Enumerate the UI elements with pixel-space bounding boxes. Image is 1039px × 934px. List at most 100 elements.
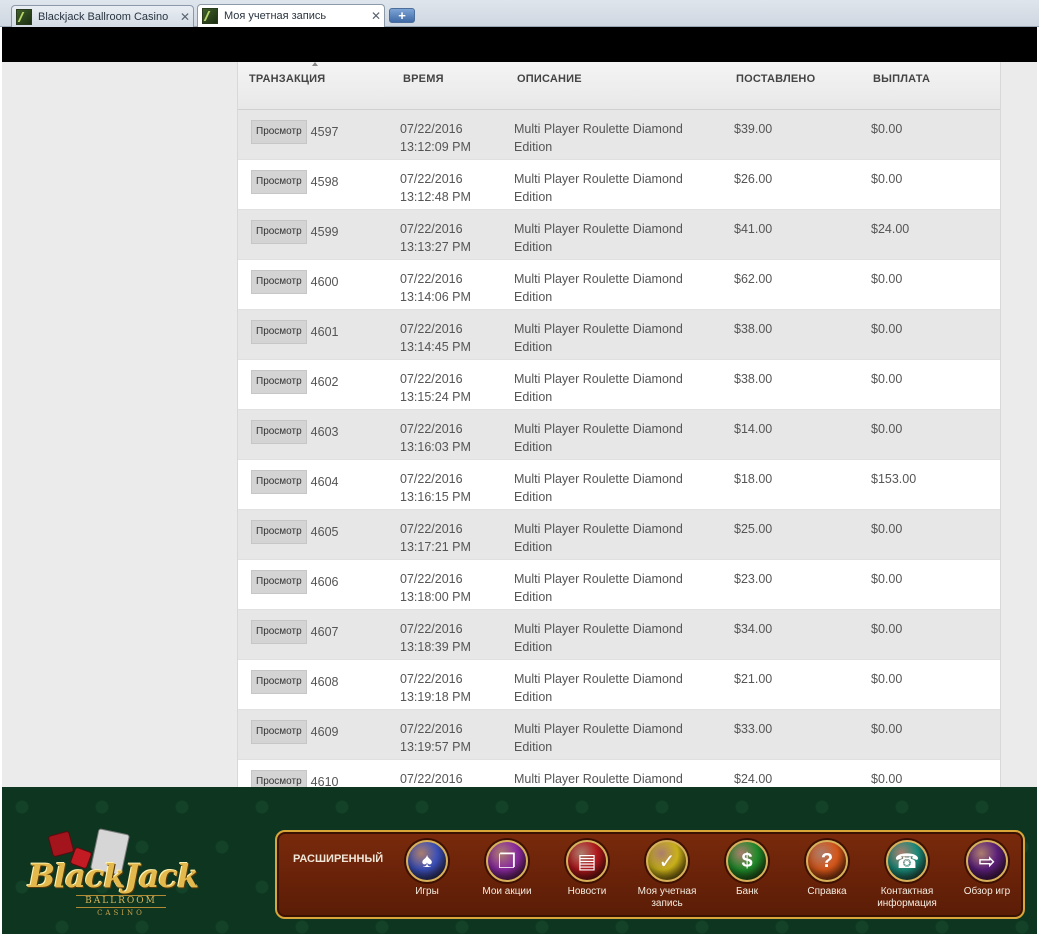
tab-my-account[interactable]: Моя учетная запись ✕ — [197, 4, 385, 27]
nav-item-help[interactable]: ? Справка — [790, 840, 864, 898]
description-line1: Multi Player Roulette Diamond — [514, 372, 683, 386]
table-header: ТРАНЗАКЦИЯ ВРЕМЯ ОПИСАНИЕ ПОСТАВЛЕНО ВЫП… — [238, 62, 1000, 110]
tab-blackjack-casino[interactable]: Blackjack Ballroom Casino ✕ — [11, 5, 194, 27]
description-cell: Multi Player Roulette Diamond Edition — [514, 520, 714, 556]
table-row: Просмотр 4598 07/22/2016 13:12:48 PM Multi P… — [238, 160, 1000, 210]
phone-icon: ☎ — [886, 840, 928, 882]
time-text: 13:16:15 PM — [400, 490, 471, 504]
view-button[interactable]: Просмотр — [251, 620, 307, 644]
transaction-cell: Просмотр 4607 — [251, 620, 338, 644]
bet-cell: $38.00 — [734, 372, 773, 386]
table-row: Просмотр 4608 07/22/2016 13:19:18 PM Multi P… — [238, 660, 1000, 710]
nav-item-phone[interactable]: ☎ Контактная информация — [870, 840, 944, 910]
close-icon[interactable]: ✕ — [177, 10, 193, 24]
date-text: 07/22/2016 — [400, 322, 463, 336]
logo-sub-text: BALLROOM — [76, 895, 166, 908]
view-button[interactable]: Просмотр — [251, 720, 307, 744]
view-button[interactable]: Просмотр — [251, 520, 307, 544]
description-cell: Multi Player Roulette Diamond Edition — [514, 620, 714, 656]
casino-favicon-icon — [16, 8, 32, 25]
date-text: 07/22/2016 — [400, 722, 463, 736]
description-cell: Multi Player Roulette Diamond Edition — [514, 120, 714, 156]
thumbs-up-icon: ✓ — [646, 840, 688, 882]
time-text: 13:14:06 PM — [400, 290, 471, 304]
payout-cell: $24.00 — [871, 222, 910, 236]
nav-label: Моя учетная запись — [637, 886, 697, 909]
news-icon: ▤ — [566, 840, 608, 882]
payout-cell: $0.00 — [871, 272, 903, 286]
date-text: 07/22/2016 — [400, 422, 463, 436]
description-cell: Multi Player Roulette Diamond Edition — [514, 570, 714, 606]
time-text: 13:18:39 PM — [400, 640, 471, 654]
nav-item-gift[interactable]: ❐ Мои акции — [470, 840, 544, 898]
transaction-id: 4609 — [310, 725, 339, 739]
transaction-id: 4600 — [310, 275, 339, 289]
view-button[interactable]: Просмотр — [251, 420, 307, 444]
nav-item-thumbs-up[interactable]: ✓ Моя учетная запись — [630, 840, 704, 910]
bet-cell: $14.00 — [734, 422, 773, 436]
logo-main-text: BlackJack — [28, 857, 199, 895]
description-cell: Multi Player Roulette Diamond Edition — [514, 420, 714, 456]
header-payout[interactable]: ВЫПЛАТА — [873, 73, 930, 85]
blackjack-ballroom-logo[interactable]: BlackJack BALLROOM CASINO — [24, 827, 199, 917]
description-line1: Multi Player Roulette Diamond — [514, 322, 683, 336]
bet-cell: $26.00 — [734, 172, 773, 186]
description-line1: Multi Player Roulette Diamond — [514, 472, 683, 486]
table-row: Просмотр 4603 07/22/2016 13:16:03 PM Multi P… — [238, 410, 1000, 460]
dice-icon — [47, 830, 75, 858]
nav-item-games[interactable]: ♠ Игры — [390, 840, 464, 898]
nav-item-dollar[interactable]: $ Банк — [710, 840, 784, 898]
time-cell: 07/22/2016 13:12:48 PM — [400, 170, 510, 206]
view-button[interactable]: Просмотр — [251, 320, 307, 344]
description-line2: Edition — [514, 240, 553, 254]
date-text: 07/22/2016 — [400, 472, 463, 486]
payout-cell: $0.00 — [871, 372, 903, 386]
payout-cell: $0.00 — [871, 622, 903, 636]
date-text: 07/22/2016 — [400, 272, 463, 286]
table-row: Просмотр 4609 07/22/2016 13:19:57 PM Multi P… — [238, 710, 1000, 760]
view-button[interactable]: Просмотр — [251, 220, 307, 244]
close-icon[interactable]: ✕ — [368, 9, 384, 23]
dollar-icon: $ — [726, 840, 768, 882]
description-cell: Multi Player Roulette Diamond Edition — [514, 370, 714, 406]
view-button[interactable]: Просмотр — [251, 770, 307, 787]
tab-label: Blackjack Ballroom Casino — [38, 10, 169, 23]
time-cell: 07/22/2016 13:15:24 PM — [400, 370, 510, 406]
view-button[interactable]: Просмотр — [251, 470, 307, 494]
header-bet[interactable]: ПОСТАВЛЕНО — [736, 73, 815, 85]
description-line1: Multi Player Roulette Diamond — [514, 572, 683, 586]
header-time[interactable]: ВРЕМЯ — [403, 73, 444, 85]
transaction-cell: Просмотр 4602 — [251, 370, 338, 394]
view-button[interactable]: Просмотр — [251, 670, 307, 694]
new-tab-button[interactable]: + — [389, 8, 415, 23]
transaction-id: 4610 — [310, 775, 339, 787]
table-row: Просмотр 4597 07/22/2016 13:12:09 PM Multi P… — [238, 110, 1000, 160]
time-text: 13:16:03 PM — [400, 440, 471, 454]
view-button[interactable]: Просмотр — [251, 370, 307, 394]
nav-label: Справка — [807, 886, 847, 897]
bet-cell: $24.00 — [734, 772, 773, 786]
header-transaction[interactable]: ТРАНЗАКЦИЯ — [249, 73, 325, 85]
nav-item-game-overview[interactable]: ⇨ Обзор игр — [950, 840, 1024, 898]
time-cell: 07/22/2016 13:17:21 PM — [400, 520, 510, 556]
description-line2: Edition — [514, 390, 553, 404]
bet-cell: $34.00 — [734, 622, 773, 636]
transactions-panel: ТРАНЗАКЦИЯ ВРЕМЯ ОПИСАНИЕ ПОСТАВЛЕНО ВЫП… — [237, 62, 1001, 787]
view-button[interactable]: Просмотр — [251, 570, 307, 594]
description-line1: Multi Player Roulette Diamond — [514, 522, 683, 536]
nav-label: Игры — [415, 886, 439, 897]
transaction-cell: Просмотр 4609 — [251, 720, 338, 744]
table-row: Просмотр 4607 07/22/2016 13:18:39 PM Multi P… — [238, 610, 1000, 660]
sort-arrow-icon[interactable] — [312, 62, 318, 66]
games-icon: ♠ — [406, 840, 448, 882]
view-button[interactable]: Просмотр — [251, 120, 307, 144]
view-button[interactable]: Просмотр — [251, 270, 307, 294]
casino-favicon-icon — [202, 8, 218, 24]
nav-item-news[interactable]: ▤ Новости — [550, 840, 624, 898]
time-text: 13:14:45 PM — [400, 340, 471, 354]
bet-cell: $33.00 — [734, 722, 773, 736]
payout-cell: $0.00 — [871, 322, 903, 336]
header-description[interactable]: ОПИСАНИЕ — [517, 73, 582, 85]
transaction-id: 4608 — [310, 675, 339, 689]
view-button[interactable]: Просмотр — [251, 170, 307, 194]
